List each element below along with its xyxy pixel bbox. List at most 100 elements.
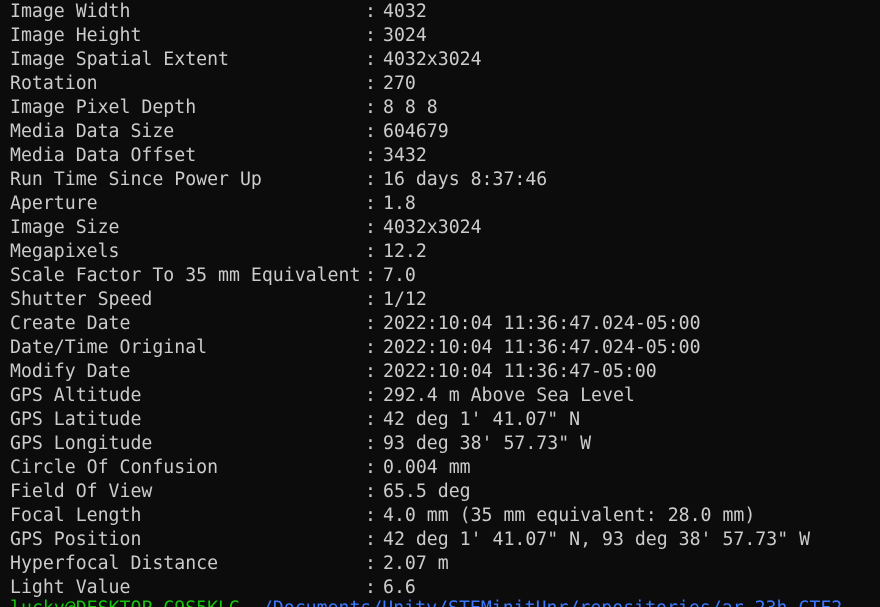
- field-separator: :: [365, 313, 376, 334]
- output-line: Rotation:270: [10, 72, 880, 96]
- field-name: GPS Longitude: [10, 433, 153, 454]
- field-value: 4.0 mm (35 mm equivalent: 28.0 mm): [383, 505, 756, 526]
- field-name: Image Size: [10, 217, 120, 238]
- field-name: Create Date: [10, 313, 131, 334]
- field-separator: :: [365, 409, 376, 430]
- output-line: Scale Factor To 35 mm Equivalent:7.0: [10, 264, 880, 288]
- output-line: GPS Longitude:93 deg 38' 57.73" W: [10, 432, 880, 456]
- output-line: Media Data Size:604679: [10, 120, 880, 144]
- output-line: Circle Of Confusion:0.004 mm: [10, 456, 880, 480]
- field-separator: :: [365, 505, 376, 526]
- output-line: GPS Position:42 deg 1' 41.07" N, 93 deg …: [10, 528, 880, 552]
- field-value: 3432: [383, 145, 427, 166]
- field-value: 2022:10:04 11:36:47-05:00: [383, 361, 657, 382]
- field-name: Shutter Speed: [10, 289, 153, 310]
- field-name: Run Time Since Power Up: [10, 169, 262, 190]
- field-name: Focal Length: [10, 505, 142, 526]
- field-value: 42 deg 1' 41.07" N, 93 deg 38' 57.73" W: [383, 529, 811, 550]
- field-separator: :: [365, 241, 376, 262]
- output-line: GPS Latitude:42 deg 1' 41.07" N: [10, 408, 880, 432]
- output-line: GPS Altitude:292.4 m Above Sea Level: [10, 384, 880, 408]
- field-separator: :: [365, 217, 376, 238]
- field-separator: :: [365, 457, 376, 478]
- field-name: Date/Time Original: [10, 337, 208, 358]
- field-value: 2022:10:04 11:36:47.024-05:00: [383, 313, 701, 334]
- field-value: 93 deg 38' 57.73" W: [383, 433, 592, 454]
- output-line: Aperture:1.8: [10, 192, 880, 216]
- field-separator: :: [365, 169, 376, 190]
- field-name: Image Height: [10, 25, 142, 46]
- field-name: Image Spatial Extent: [10, 49, 229, 70]
- field-name: Media Data Offset: [10, 145, 197, 166]
- field-value: 604679: [383, 121, 449, 142]
- field-separator: :: [365, 529, 376, 550]
- field-value: 4032: [383, 1, 427, 22]
- output-line: Modify Date:2022:10:04 11:36:47-05:00: [10, 360, 880, 384]
- field-separator: :: [365, 433, 376, 454]
- field-separator: :: [365, 385, 376, 406]
- field-separator: :: [365, 481, 376, 502]
- output-line: Run Time Since Power Up:16 days 8:37:46: [10, 168, 880, 192]
- field-separator: :: [365, 289, 376, 310]
- field-separator: :: [365, 25, 376, 46]
- output-line: Date/Time Original:2022:10:04 11:36:47.0…: [10, 336, 880, 360]
- field-separator: :: [365, 1, 376, 22]
- terminal-window[interactable]: Image Width:4032 Image Height:3024 Image S…: [0, 0, 880, 607]
- prompt-path: ~/Documents/Unity/STEMinitUnr/repositori…: [240, 598, 842, 607]
- field-value: 270: [383, 73, 416, 94]
- field-name: GPS Latitude: [10, 409, 142, 430]
- output-line: Media Data Offset:3432: [10, 144, 880, 168]
- field-separator: :: [365, 265, 376, 286]
- field-name: Image Width: [10, 1, 131, 22]
- field-value: 1/12: [383, 289, 427, 310]
- field-value: 16 days 8:37:46: [383, 169, 548, 190]
- output-line: Image Size:4032x3024: [10, 216, 880, 240]
- field-separator: :: [365, 361, 376, 382]
- field-separator: :: [365, 121, 376, 142]
- output-line: Focal Length:4.0 mm (35 mm equivalent: 2…: [10, 504, 880, 528]
- field-separator: :: [365, 145, 376, 166]
- field-value: 3024: [383, 25, 427, 46]
- field-separator: :: [365, 553, 376, 574]
- output-line: Image Pixel Depth:8 8 8: [10, 96, 880, 120]
- field-name: Hyperfocal Distance: [10, 553, 219, 574]
- output-line: Shutter Speed:1/12: [10, 288, 880, 312]
- field-value: 2.07 m: [383, 553, 449, 574]
- field-value: 0.004 mm: [383, 457, 471, 478]
- field-value: 1.8: [383, 193, 416, 214]
- field-name: GPS Altitude: [10, 385, 142, 406]
- field-name: GPS Position: [10, 529, 142, 550]
- output-line: Create Date:2022:10:04 11:36:47.024-05:0…: [10, 312, 880, 336]
- output-line: Image Height:3024: [10, 24, 880, 48]
- field-value: 12.2: [383, 241, 427, 262]
- field-value: 4032x3024: [383, 217, 482, 238]
- field-name: Field Of View: [10, 481, 153, 502]
- output-line: Image Spatial Extent:4032x3024: [10, 48, 880, 72]
- exif-output: Image Width:4032 Image Height:3024 Image S…: [10, 0, 880, 600]
- output-line: Hyperfocal Distance:2.07 m: [10, 552, 880, 576]
- field-name: Megapixels: [10, 241, 120, 262]
- field-name: Scale Factor To 35 mm Equivalent: [10, 265, 361, 286]
- field-value: 42 deg 1' 41.07" N: [383, 409, 581, 430]
- field-value: 65.5 deg: [383, 481, 471, 502]
- field-separator: :: [365, 337, 376, 358]
- output-line: Image Width:4032: [10, 0, 880, 24]
- output-line: Megapixels:12.2: [10, 240, 880, 264]
- field-name: Image Pixel Depth: [10, 97, 197, 118]
- field-separator: :: [365, 49, 376, 70]
- field-separator: :: [365, 193, 376, 214]
- shell-prompt: lucky@DESKTOP-C9S5KLG ~/Documents/Unity/…: [10, 597, 880, 607]
- output-line: Field Of View:65.5 deg: [10, 480, 880, 504]
- field-value: 8 8 8: [383, 97, 438, 118]
- field-value: 2022:10:04 11:36:47.024-05:00: [383, 337, 701, 358]
- field-name: Aperture: [10, 193, 98, 214]
- prompt-user-host: lucky@DESKTOP-C9S5KLG: [10, 598, 240, 607]
- field-separator: :: [365, 97, 376, 118]
- field-name: Circle Of Confusion: [10, 457, 219, 478]
- field-name: Media Data Size: [10, 121, 175, 142]
- field-name: Modify Date: [10, 361, 131, 382]
- field-separator: :: [365, 73, 376, 94]
- field-name: Rotation: [10, 73, 98, 94]
- field-value: 7.0: [383, 265, 416, 286]
- field-value: 4032x3024: [383, 49, 482, 70]
